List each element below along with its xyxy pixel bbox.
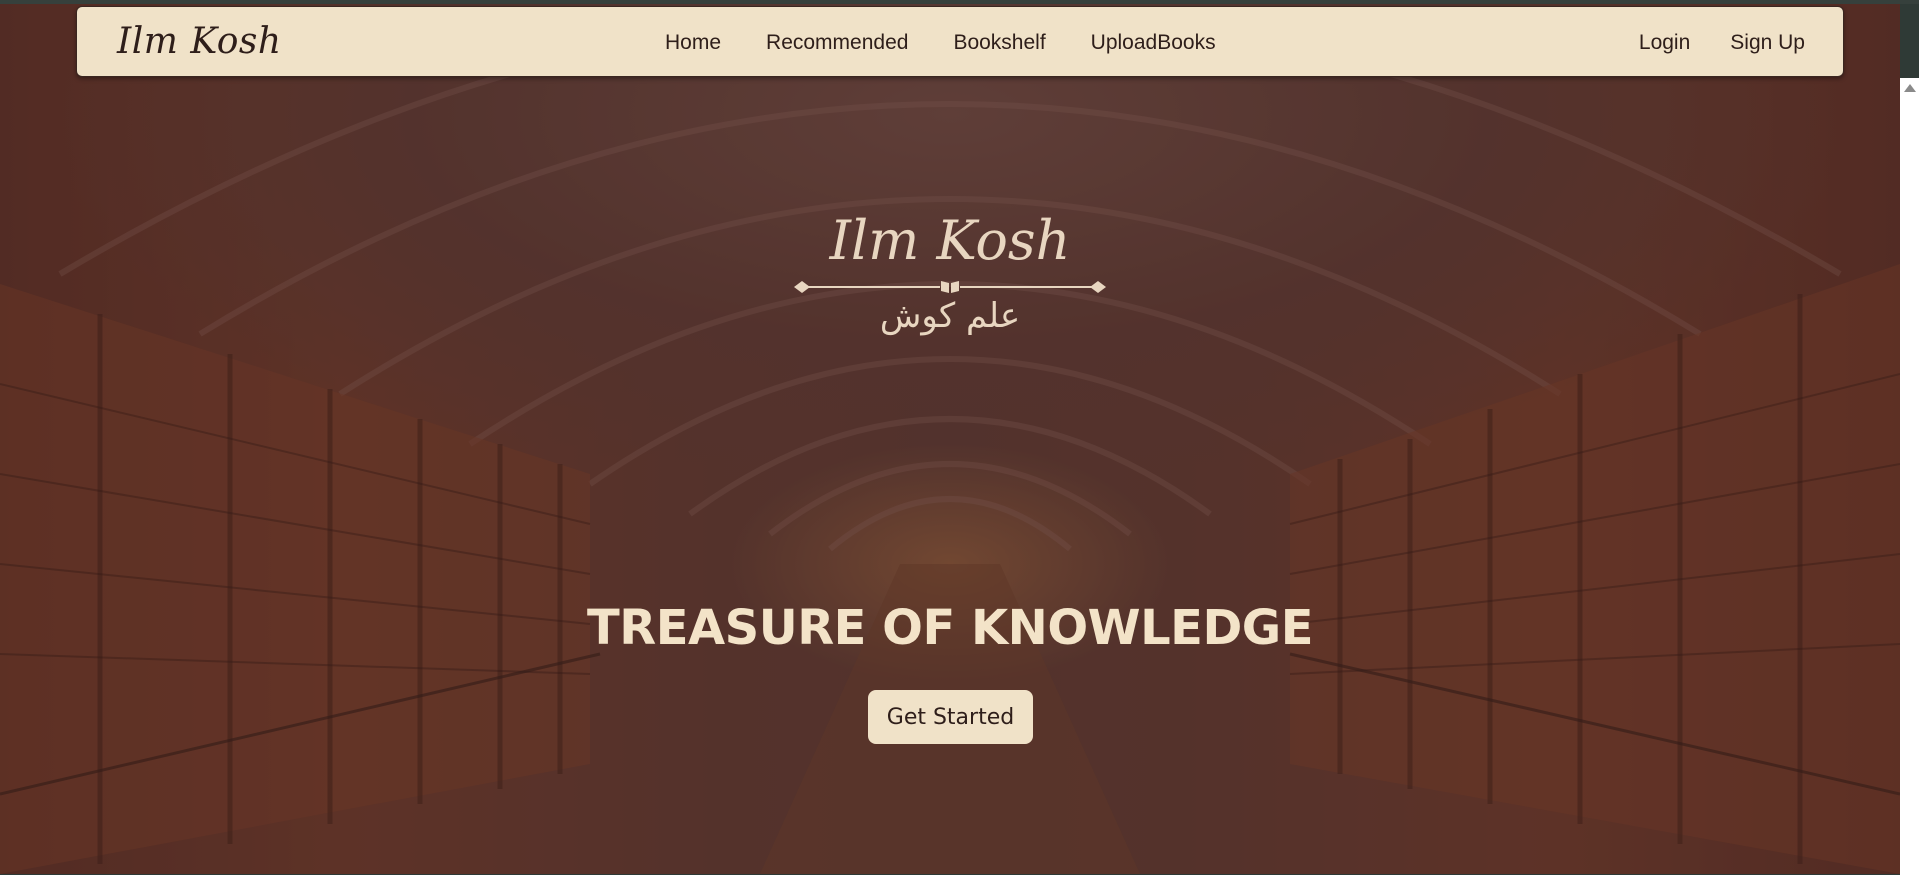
logo-divider — [794, 281, 1106, 293]
hero-logo-arabic: علم کوش — [879, 296, 1021, 336]
nav-links: Home Recommended Bookshelf UploadBooks — [665, 7, 1261, 78]
hero-title: TREASURE OF KNOWLEDGE — [587, 600, 1313, 656]
get-started-button[interactable]: Get Started — [868, 690, 1033, 744]
navbar: Ilm Kosh Home Recommended Bookshelf Uplo… — [76, 6, 1844, 77]
book-icon — [941, 281, 959, 293]
hero-section: Ilm Kosh علم کوش TREASURE OF KNOWLEDGE G… — [0, 4, 1900, 874]
page-scrollbar[interactable] — [1900, 78, 1919, 875]
nav-recommended-link[interactable]: Recommended — [766, 31, 908, 55]
hero-logo: Ilm Kosh علم کوش — [790, 209, 1110, 349]
hero-logo-title: Ilm Kosh — [829, 209, 1071, 272]
auth-links: Login Sign Up — [1599, 7, 1805, 78]
brand-logo[interactable]: Ilm Kosh — [117, 21, 282, 62]
signup-link[interactable]: Sign Up — [1730, 31, 1805, 55]
login-link[interactable]: Login — [1639, 31, 1690, 55]
nav-uploadbooks-link[interactable]: UploadBooks — [1091, 31, 1216, 55]
nav-home-link[interactable]: Home — [665, 31, 721, 55]
scroll-up-arrow-icon[interactable] — [1904, 84, 1916, 92]
nav-bookshelf-link[interactable]: Bookshelf — [953, 31, 1045, 55]
